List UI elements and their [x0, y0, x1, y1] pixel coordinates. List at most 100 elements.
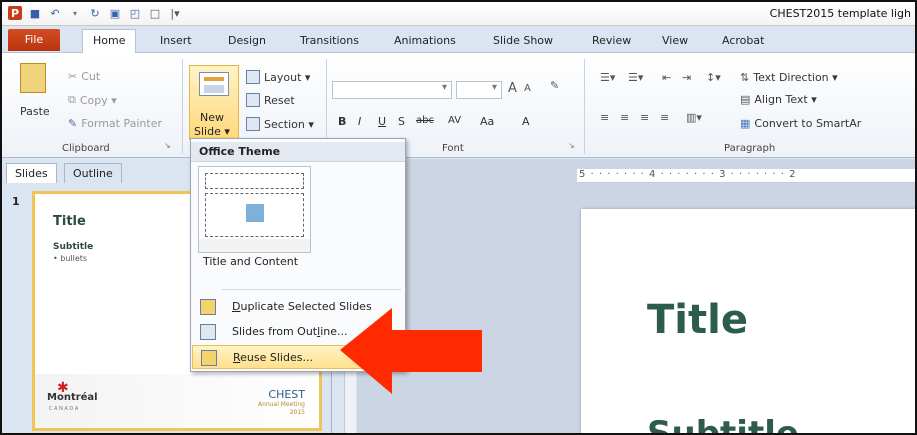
- character-spacing-button[interactable]: AV: [448, 115, 461, 126]
- layout-button[interactable]: Layout ▾: [246, 70, 310, 84]
- copy-button[interactable]: ⧉ Copy ▾: [68, 93, 117, 107]
- bold-button[interactable]: B: [338, 115, 346, 128]
- horizontal-ruler: 5 · · · · · · · 4 · · · · · · · 3 · · · …: [577, 169, 915, 183]
- strikethrough-button[interactable]: abc: [416, 115, 434, 126]
- layout-footer: [199, 239, 310, 252]
- convert-smartart-button[interactable]: ▦ Convert to SmartAr: [740, 117, 861, 130]
- save-icon[interactable]: ■: [28, 6, 42, 20]
- font-launcher-icon[interactable]: ↘: [568, 141, 575, 150]
- smartart-icon: ▦: [740, 117, 751, 130]
- quick-access-toolbar: P ■ ↶ ▾ ↻ ▣ ◰ □ |▾: [8, 6, 182, 20]
- customize-qat-icon[interactable]: |▾: [168, 6, 182, 20]
- undo-icon[interactable]: ↶: [48, 6, 62, 20]
- new-slide-button[interactable]: New Slide ▾: [189, 65, 239, 140]
- slide-subtitle[interactable]: Subtitle: [647, 414, 799, 433]
- annual-meeting-label: Annual Meeting: [258, 401, 305, 408]
- font-color-button[interactable]: A: [522, 115, 530, 128]
- scissors-icon: ✂: [68, 70, 78, 83]
- ribbon-tabs: File Home Insert Design Transitions Anim…: [2, 26, 915, 53]
- decrease-indent-icon[interactable]: ⇤: [662, 71, 671, 84]
- reuse-slides-icon: [201, 350, 217, 366]
- text-direction-button[interactable]: ⇅ Text Direction ▾: [740, 71, 838, 84]
- layout-thumbnail[interactable]: [198, 166, 311, 253]
- tab-design[interactable]: Design: [228, 34, 266, 47]
- outline-icon: [200, 324, 216, 340]
- new-doc-icon[interactable]: □: [148, 6, 162, 20]
- window-title: CHEST2015 template ligh: [769, 7, 911, 20]
- line-spacing-icon[interactable]: ↕▾: [706, 71, 721, 84]
- grow-font-button[interactable]: A: [508, 81, 517, 96]
- cut-button[interactable]: ✂ Cut: [68, 70, 100, 83]
- align-text-button[interactable]: ▤ Align Text ▾: [740, 93, 817, 106]
- shrink-font-button[interactable]: A: [524, 83, 531, 94]
- clipboard-icon[interactable]: [20, 63, 46, 93]
- tab-insert[interactable]: Insert: [160, 34, 192, 47]
- tab-home[interactable]: Home: [82, 29, 137, 53]
- duplicate-slides-icon: [200, 299, 216, 315]
- columns-icon[interactable]: ▥▾: [686, 111, 702, 124]
- content-icon: [246, 204, 264, 222]
- tab-view[interactable]: View: [662, 34, 688, 47]
- redo-icon[interactable]: ↻: [88, 6, 102, 20]
- title-placeholder: [205, 173, 304, 189]
- underline-button[interactable]: U: [378, 115, 386, 128]
- align-left-icon[interactable]: ≡: [600, 111, 609, 124]
- align-right-icon[interactable]: ≡: [640, 111, 649, 124]
- change-case-button[interactable]: Aa: [480, 115, 494, 128]
- slideshow-icon[interactable]: ▣: [108, 6, 122, 20]
- powerpoint-window: P ■ ↶ ▾ ↻ ▣ ◰ □ |▾ CHEST2015 template li…: [0, 0, 917, 435]
- arrow-icon: [340, 308, 482, 394]
- format-painter-button[interactable]: ✎ Format Painter: [68, 117, 162, 130]
- layout-icon: [246, 70, 260, 84]
- reset-button[interactable]: Reset: [246, 93, 295, 107]
- group-separator: [182, 59, 183, 154]
- slide-number: 1: [12, 195, 20, 208]
- increase-indent-icon[interactable]: ⇥: [682, 71, 691, 84]
- thumb-bullets: • bullets: [53, 254, 88, 263]
- font-group-label: Font: [442, 143, 464, 154]
- section-button[interactable]: Section ▾: [246, 117, 314, 131]
- shadow-button[interactable]: S: [398, 115, 405, 128]
- slide-canvas[interactable]: Title Subtitle: [581, 209, 915, 433]
- italic-button[interactable]: I: [358, 115, 361, 128]
- red-arrow-annotation: [340, 308, 482, 394]
- print-preview-icon[interactable]: ◰: [128, 6, 142, 20]
- group-separator: [584, 59, 585, 154]
- tab-acrobat[interactable]: Acrobat: [722, 34, 764, 47]
- slide-title[interactable]: Title: [647, 297, 748, 343]
- paste-button[interactable]: Paste: [20, 105, 50, 118]
- ribbon: Paste ✂ Cut ⧉ Copy ▾ ✎ Format Painter Clipb…: [2, 53, 915, 158]
- tab-review[interactable]: Review: [592, 34, 631, 47]
- justify-icon[interactable]: ≡: [660, 111, 669, 124]
- clear-formatting-icon[interactable]: ✎: [550, 79, 559, 92]
- center-icon[interactable]: ≡: [620, 111, 629, 124]
- font-name-combo[interactable]: ▾: [332, 81, 452, 99]
- brush-icon: ✎: [68, 117, 78, 130]
- numbering-icon[interactable]: ☰▾: [628, 71, 643, 84]
- montreal-logo: Montréal: [47, 392, 98, 403]
- powerpoint-icon[interactable]: P: [8, 6, 22, 20]
- thumb-title: Title: [53, 214, 86, 229]
- reset-icon: [246, 93, 260, 107]
- align-text-icon: ▤: [740, 93, 751, 106]
- tab-slides[interactable]: Slides: [6, 163, 57, 183]
- canada-label: C A N A D A: [49, 406, 79, 412]
- tab-transitions[interactable]: Transitions: [300, 34, 359, 47]
- clipboard-group-label: Clipboard: [62, 143, 110, 154]
- menu-header: Office Theme: [191, 142, 405, 162]
- year-label: 2015: [289, 409, 305, 416]
- dropdown-arrow-icon: ▾: [441, 82, 447, 93]
- font-size-combo[interactable]: ▾: [456, 81, 502, 99]
- clipboard-launcher-icon[interactable]: ↘: [164, 141, 171, 150]
- layout-label: Title and Content: [203, 255, 299, 268]
- bullets-icon[interactable]: ☰▾: [600, 71, 615, 84]
- dropdown-arrow-icon: ▾: [491, 82, 497, 93]
- tab-file[interactable]: File: [8, 29, 60, 51]
- section-icon: [246, 117, 260, 131]
- thumb-footer: ✱ Montréal C A N A D A CHEST Annual Meet…: [35, 374, 319, 428]
- thumb-subtitle: Subtitle: [53, 242, 94, 252]
- tab-outline[interactable]: Outline: [64, 163, 122, 183]
- undo-dropdown-icon[interactable]: ▾: [68, 6, 82, 20]
- tab-animations[interactable]: Animations: [394, 34, 456, 47]
- tab-slide-show[interactable]: Slide Show: [493, 34, 553, 47]
